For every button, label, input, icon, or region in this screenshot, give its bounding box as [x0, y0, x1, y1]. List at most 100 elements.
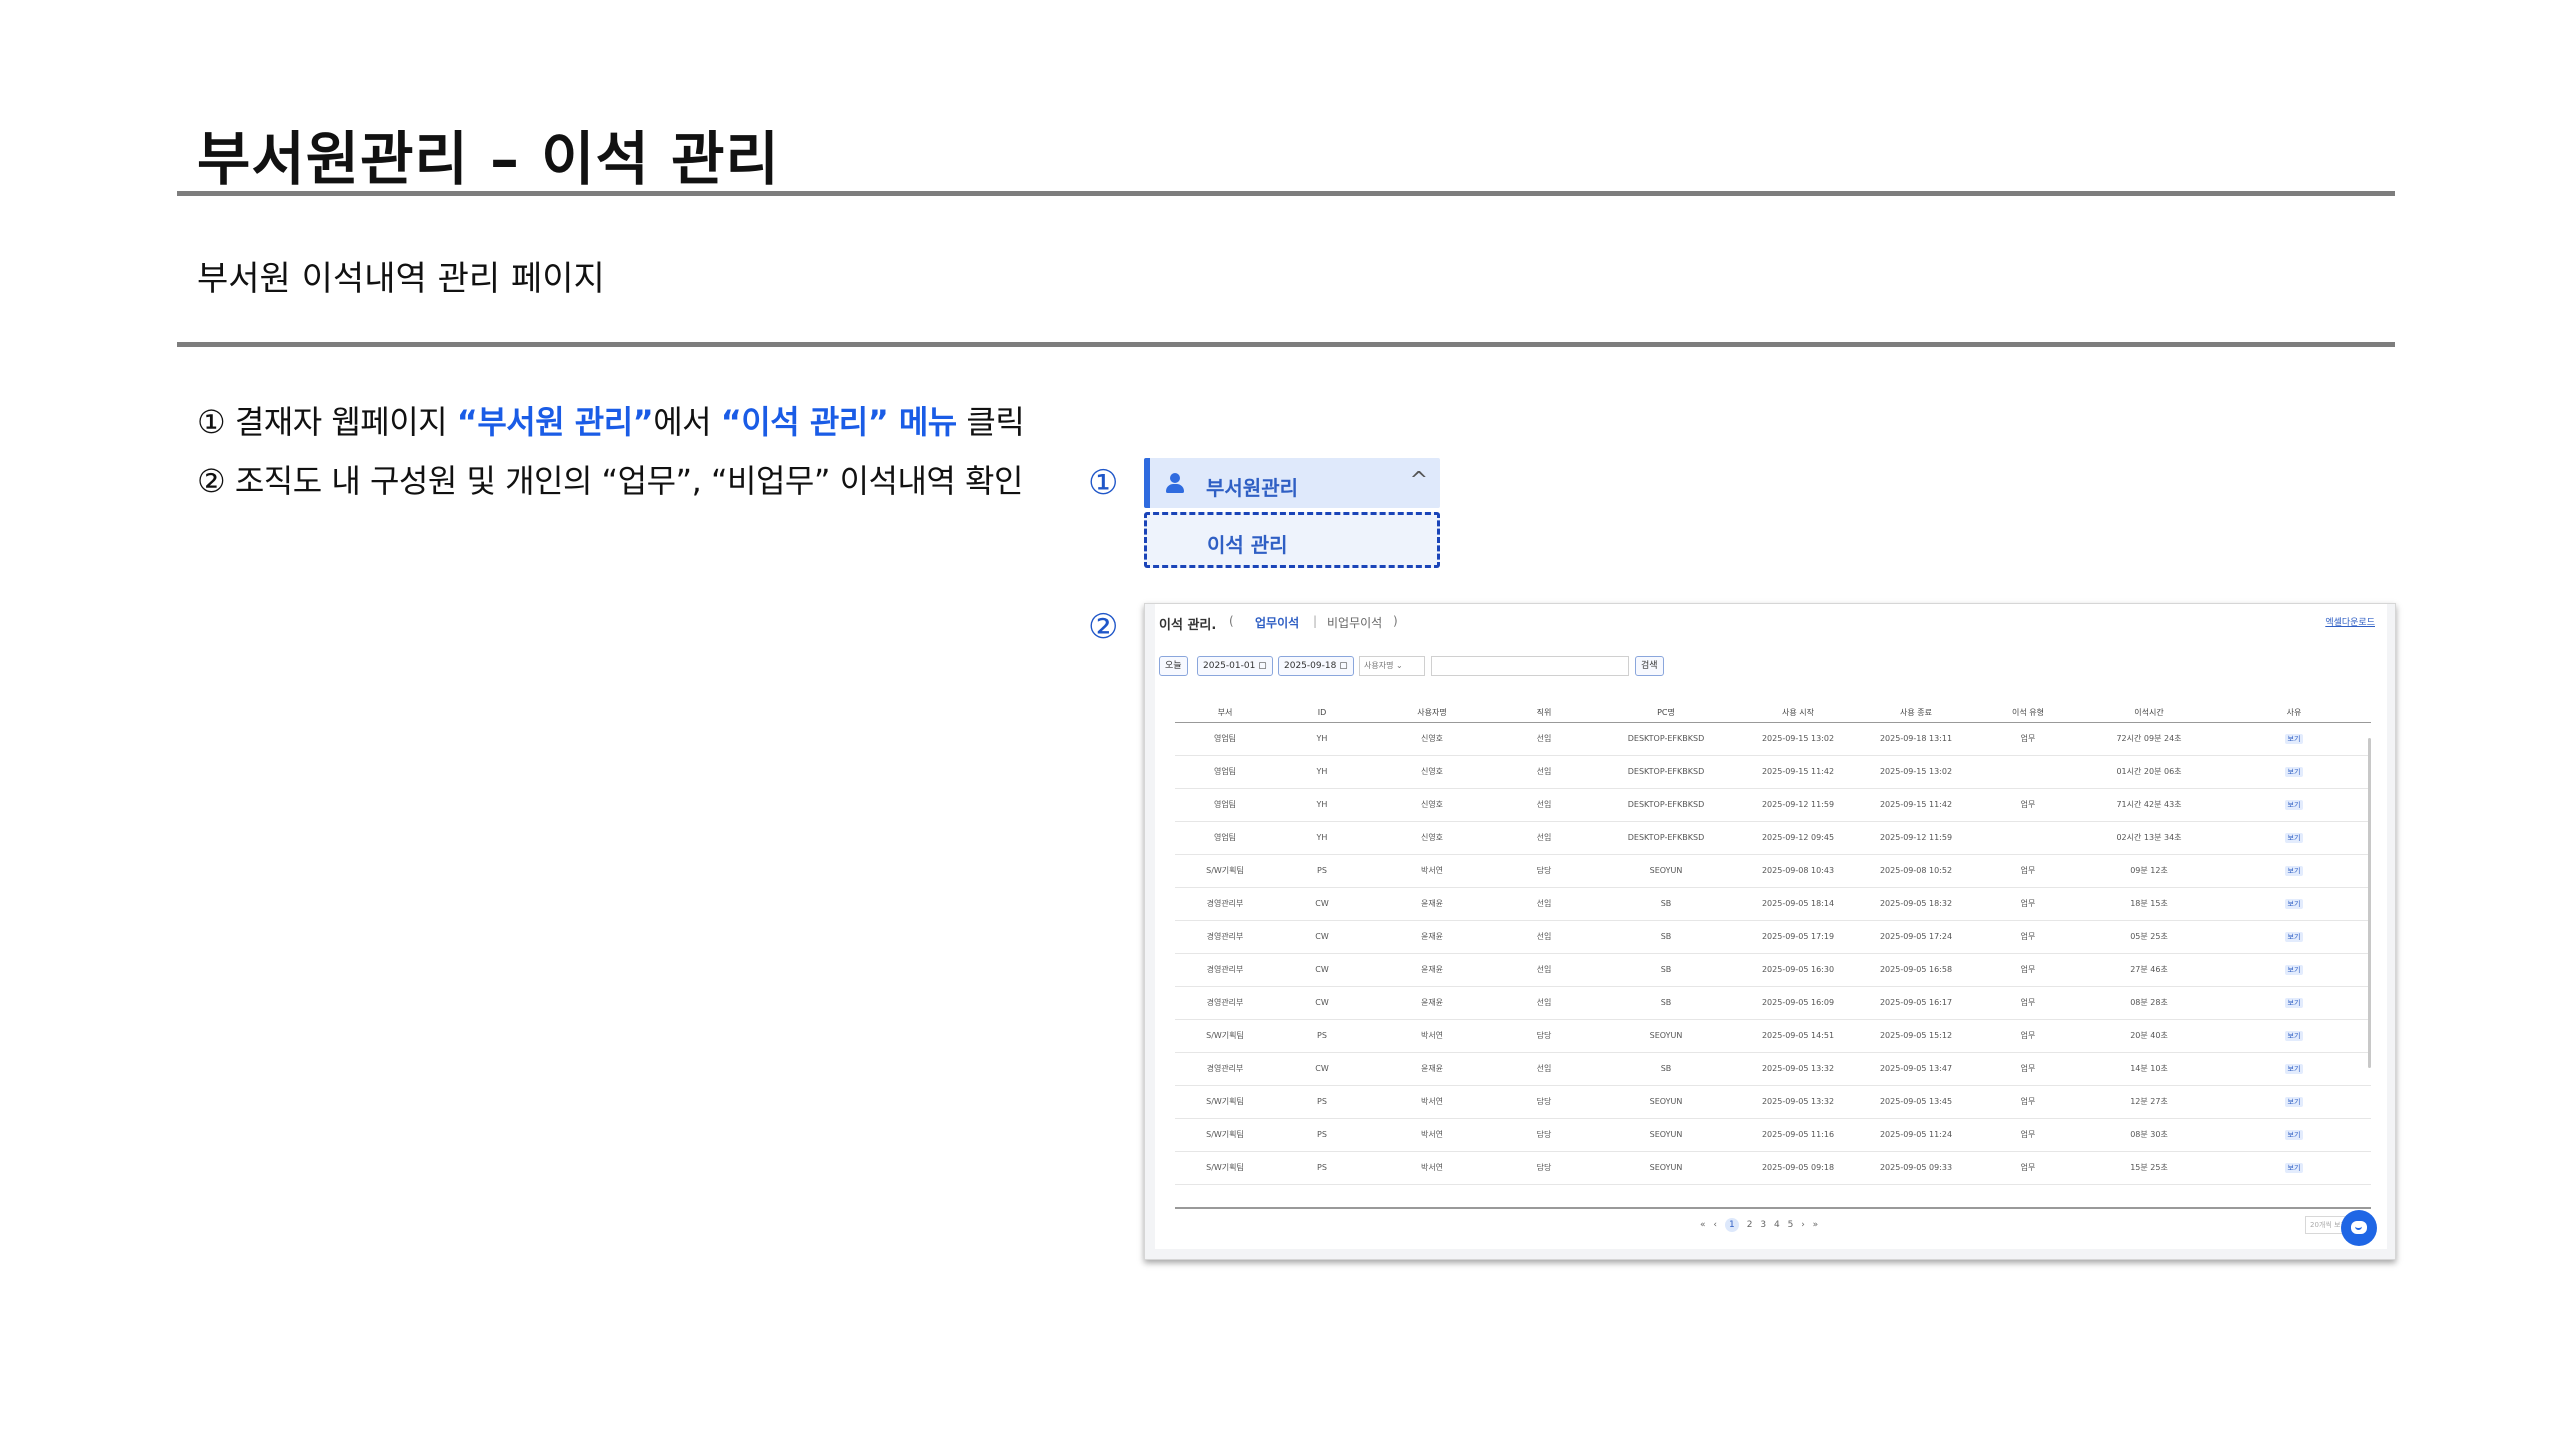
- table-cell: CW: [1275, 920, 1369, 954]
- table-cell: 71시간 42분 43초: [2081, 788, 2217, 822]
- page-button-4[interactable]: 4: [1774, 1220, 1780, 1230]
- table-cell: 담당: [1495, 1118, 1593, 1152]
- menu-item-away-management[interactable]: 이석 관리: [1144, 512, 1440, 568]
- table-row[interactable]: 영업팀 YH 신영호 선임 DESKTOP-EFKBKSD 2025-09-15 11:4…: [1175, 755, 2371, 789]
- table-cell: DESKTOP-EFKBKSD: [1593, 821, 1739, 855]
- table-cell: SB: [1593, 986, 1739, 1020]
- table-cell: S/W기획팀: [1175, 1085, 1275, 1119]
- step-1-suffix: 클릭: [956, 403, 1025, 441]
- column-header: 이석시간: [2081, 704, 2217, 723]
- first-page-button[interactable]: «: [1700, 1220, 1706, 1230]
- page-button-1[interactable]: 1: [1724, 1218, 1739, 1232]
- last-page-button[interactable]: »: [1813, 1220, 1819, 1230]
- table-row[interactable]: S/W기획팀 PS 박서연 담당 SEOYUN 2025-09-05 13:32 2025-…: [1175, 1085, 2371, 1119]
- step-2: ② 조직도 내 구성원 및 개인의 “업무”, “비업무” 이석내역 확인: [197, 456, 1023, 502]
- table-row[interactable]: 경영관리부 CW 윤재윤 선임 SB 2025-09-05 13:32 2025-09-05…: [1175, 1052, 2371, 1086]
- view-reason-button[interactable]: 보기: [2284, 1129, 2304, 1140]
- table-row[interactable]: S/W기획팀 PS 박서연 담당 SEOYUN 2025-09-05 09:18 2025-…: [1175, 1151, 2371, 1185]
- table-cell: 경영관리부: [1175, 986, 1275, 1020]
- table-cell: 08분 28초: [2081, 986, 2217, 1020]
- table-cell: 윤재윤: [1369, 986, 1495, 1020]
- table-row[interactable]: 경영관리부 CW 윤재윤 선임 SB 2025-09-05 16:09 2025-09-05…: [1175, 986, 2371, 1020]
- view-reason-button[interactable]: 보기: [2284, 1162, 2304, 1173]
- table-cell: 09분 12초: [2081, 854, 2217, 888]
- date-from-field[interactable]: 2025-01-01 ▢: [1197, 656, 1273, 676]
- table-cell: 15분 25초: [2081, 1151, 2217, 1185]
- view-reason-button[interactable]: 보기: [2284, 733, 2304, 744]
- table-cell: 보기: [2217, 953, 2371, 987]
- table-cell: PS: [1275, 1118, 1369, 1152]
- search-type-select[interactable]: 사용자명 ⌄: [1359, 656, 1425, 676]
- table-cell: 2025-09-05 16:30: [1739, 953, 1857, 987]
- table-cell: SB: [1593, 953, 1739, 987]
- view-reason-button[interactable]: 보기: [2284, 931, 2304, 942]
- next-page-button[interactable]: ›: [1801, 1220, 1805, 1230]
- view-reason-button[interactable]: 보기: [2284, 865, 2304, 876]
- table-cell: 2025-09-05 17:19: [1739, 920, 1857, 954]
- search-button[interactable]: 검색: [1635, 656, 1664, 676]
- prev-page-button[interactable]: ‹: [1713, 1220, 1717, 1230]
- table-cell: 2025-09-05 11:24: [1857, 1118, 1975, 1152]
- table-row[interactable]: S/W기획팀 PS 박서연 담당 SEOYUN 2025-09-05 11:16 2025-…: [1175, 1118, 2371, 1152]
- table-cell: S/W기획팀: [1175, 854, 1275, 888]
- table-cell: 2025-09-15 13:02: [1739, 722, 1857, 756]
- excel-download-link[interactable]: 엑셀다운로드: [2325, 615, 2375, 628]
- today-button[interactable]: 오늘: [1159, 656, 1188, 676]
- tab-nonwork-away[interactable]: 비업무이석: [1327, 614, 1382, 631]
- step-1-submenu-name: “이석 관리” 메뉴: [720, 403, 957, 441]
- menu-group-department[interactable]: 부서원관리 ^: [1144, 458, 1440, 508]
- table-cell: 업무: [1975, 986, 2081, 1020]
- table-row[interactable]: S/W기획팀 PS 박서연 담당 SEOYUN 2025-09-08 10:43 2025-…: [1175, 854, 2371, 888]
- table-cell: 2025-09-08 10:43: [1739, 854, 1857, 888]
- table-cell: DESKTOP-EFKBKSD: [1593, 755, 1739, 789]
- table-cell: 신영호: [1369, 755, 1495, 789]
- page-button-2[interactable]: 2: [1747, 1220, 1753, 1230]
- table-cell: 2025-09-05 18:32: [1857, 887, 1975, 921]
- page-button-5[interactable]: 5: [1788, 1220, 1794, 1230]
- view-reason-button[interactable]: 보기: [2284, 997, 2304, 1008]
- table-bottom-border: [1175, 1207, 2371, 1209]
- table-cell: 윤재윤: [1369, 1052, 1495, 1086]
- table-cell: 업무: [1975, 953, 2081, 987]
- table-cell: 2025-09-05 16:17: [1857, 986, 1975, 1020]
- view-reason-button[interactable]: 보기: [2284, 1063, 2304, 1074]
- table-cell: S/W기획팀: [1175, 1151, 1275, 1185]
- tab-paren-open: (: [1229, 614, 1234, 628]
- date-to-field[interactable]: 2025-09-18 ▢: [1278, 656, 1354, 676]
- table-cell: 선임: [1495, 953, 1593, 987]
- table-cell: 선임: [1495, 821, 1593, 855]
- table-row[interactable]: 영업팀 YH 신영호 선임 DESKTOP-EFKBKSD 2025-09-12 11:5…: [1175, 788, 2371, 822]
- table-scrollbar[interactable]: [2368, 738, 2371, 1068]
- table-cell: 담당: [1495, 1019, 1593, 1053]
- view-reason-button[interactable]: 보기: [2284, 766, 2304, 777]
- table-cell: 05분 25초: [2081, 920, 2217, 954]
- table-row[interactable]: 경영관리부 CW 윤재윤 선임 SB 2025-09-05 17:19 2025-09-05…: [1175, 920, 2371, 954]
- table-cell: 윤재윤: [1369, 953, 1495, 987]
- view-reason-button[interactable]: 보기: [2284, 898, 2304, 909]
- page-button-3[interactable]: 3: [1760, 1220, 1766, 1230]
- marker-2: ②: [1088, 607, 1119, 647]
- view-reason-button[interactable]: 보기: [2284, 1030, 2304, 1041]
- table-cell: 2025-09-05 09:18: [1739, 1151, 1857, 1185]
- table-row[interactable]: 영업팀 YH 신영호 선임 DESKTOP-EFKBKSD 2025-09-12 09:4…: [1175, 821, 2371, 855]
- table-cell: 윤재윤: [1369, 920, 1495, 954]
- view-reason-button[interactable]: 보기: [2284, 1096, 2304, 1107]
- away-records-table: 부서 ID 사용자명 직위 PC명 사용 시작 사용 종료 이석 유형 이석시간 사유 영업팀 YH…: [1175, 704, 2371, 1185]
- search-input[interactable]: [1431, 656, 1629, 676]
- table-cell: 2025-09-05 13:32: [1739, 1085, 1857, 1119]
- tab-work-away[interactable]: 업무이석: [1255, 614, 1299, 631]
- table-cell: 신영호: [1369, 821, 1495, 855]
- column-header: ID: [1275, 704, 1369, 723]
- view-reason-button[interactable]: 보기: [2284, 832, 2304, 843]
- view-reason-button[interactable]: 보기: [2284, 799, 2304, 810]
- table-row[interactable]: 영업팀 YH 신영호 선임 DESKTOP-EFKBKSD 2025-09-15 13:0…: [1175, 722, 2371, 756]
- table-row[interactable]: 경영관리부 CW 윤재윤 선임 SB 2025-09-05 18:14 2025-09-05…: [1175, 887, 2371, 921]
- table-cell: SEOYUN: [1593, 1118, 1739, 1152]
- table-row[interactable]: 경영관리부 CW 윤재윤 선임 SB 2025-09-05 16:30 2025-09-05…: [1175, 953, 2371, 987]
- view-reason-button[interactable]: 보기: [2284, 964, 2304, 975]
- chat-button[interactable]: [2341, 1210, 2377, 1246]
- table-cell: SEOYUN: [1593, 1019, 1739, 1053]
- table-row[interactable]: S/W기획팀 PS 박서연 담당 SEOYUN 2025-09-05 14:51 2025-…: [1175, 1019, 2371, 1053]
- table-cell: 경영관리부: [1175, 887, 1275, 921]
- table-cell: 경영관리부: [1175, 953, 1275, 987]
